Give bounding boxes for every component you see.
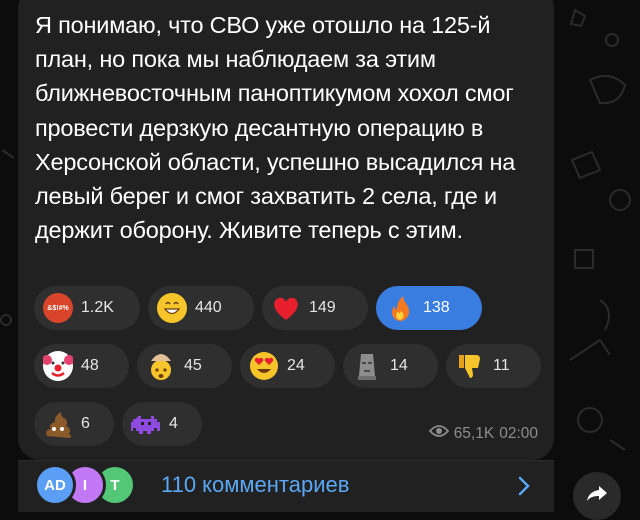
share-button[interactable]: [573, 472, 621, 520]
share-arrow-icon: [586, 485, 608, 508]
reaction-fire[interactable]: 138: [376, 286, 482, 330]
reaction-heart[interactable]: 149: [262, 286, 368, 330]
reaction-poop[interactable]: 6: [34, 402, 114, 446]
post-time: 02:00: [499, 424, 538, 442]
reaction-count: 1.2K: [81, 299, 114, 316]
reaction-clown[interactable]: 48: [34, 344, 129, 388]
red-heart-icon: [271, 293, 301, 323]
avatar: AD: [34, 464, 76, 506]
heart-eyes-icon: [249, 351, 279, 381]
moai-icon: [352, 351, 382, 381]
space-invader-icon: [131, 409, 161, 439]
reaction-count: 14: [390, 357, 408, 374]
poop-icon: [43, 409, 73, 439]
grinning-face-icon: [157, 293, 187, 323]
reaction-count: 440: [195, 299, 222, 316]
reaction-count: 6: [81, 415, 90, 432]
reaction-count: 11: [493, 357, 510, 374]
reaction-count: 149: [309, 299, 336, 316]
chevron-right-icon: [518, 476, 530, 501]
comments-link[interactable]: 110 комментариев: [161, 472, 349, 498]
reaction-count: 48: [81, 357, 99, 374]
thumbs-down-icon: [455, 351, 485, 381]
post-meta: 65,1K 02:00: [428, 424, 538, 443]
reaction-grinning[interactable]: 440: [148, 286, 254, 330]
reaction-count: 24: [287, 357, 305, 374]
reaction-thumbs-down[interactable]: 11: [446, 344, 541, 388]
exploding-head-icon: [146, 351, 176, 381]
reaction-exploding-head[interactable]: 45: [137, 344, 232, 388]
view-count: 65,1K: [453, 424, 495, 442]
reaction-count: 4: [169, 415, 178, 432]
reaction-count: 45: [184, 357, 202, 374]
eye-icon: [428, 424, 449, 443]
post-text: Я понимаю, что СВО уже отошло на 125-й п…: [35, 12, 516, 244]
comments-bar[interactable]: AD I T 110 комментариев: [18, 460, 554, 512]
fire-icon: [385, 293, 415, 323]
reaction-count: 138: [423, 299, 450, 316]
swearing-face-icon: &$!#%: [43, 293, 73, 323]
clown-face-icon: [43, 351, 73, 381]
reaction-swearing[interactable]: &$!#% 1.2K: [34, 286, 140, 330]
reaction-heart-eyes[interactable]: 24: [240, 344, 335, 388]
reaction-moai[interactable]: 14: [343, 344, 438, 388]
reaction-space-invader[interactable]: 4: [122, 402, 202, 446]
